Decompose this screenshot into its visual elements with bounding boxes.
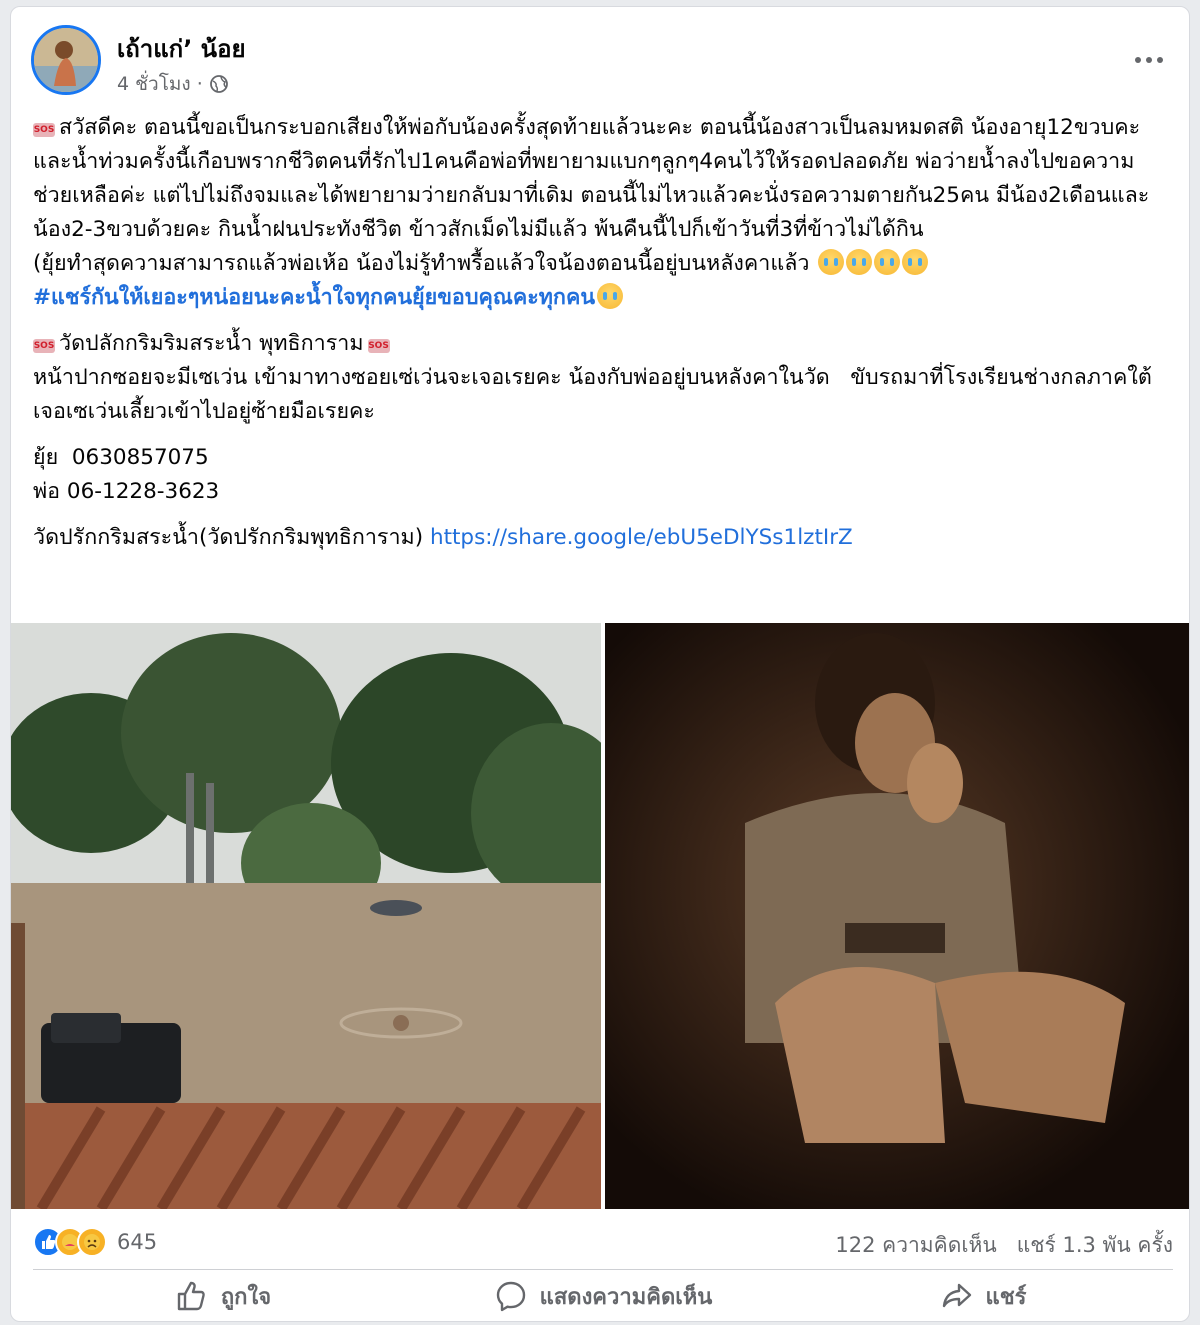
post-stats: 645 122 ความคิดเห็น แชร์ 1.3 พัน ครั้ง <box>33 1225 1173 1261</box>
directions-text: หน้าปากซอยจะมีเซเว่น เข้ามาทางซอยเซ่เว่น… <box>33 365 1152 424</box>
night-rooftop-image <box>605 623 1189 1209</box>
more-options-icon[interactable] <box>1127 43 1171 77</box>
sad-reaction-icon <box>77 1227 107 1257</box>
post-meta: 4 ชั่วโมง · <box>117 69 229 99</box>
hashtag-link[interactable]: #แชร์กันให้เยอะๆหน่อยนะคะน้ำใจทุกคนยุ้ยข… <box>33 285 595 310</box>
sos-icon: SOS <box>33 339 55 353</box>
crying-face-icon <box>874 249 901 275</box>
post-header: เถ้าแก่’ น้อย 4 ชั่วโมง · <box>31 23 1181 103</box>
flood-photo[interactable] <box>11 623 601 1209</box>
crying-face-icon <box>846 249 873 275</box>
crying-face-icon <box>597 283 624 309</box>
meta-separator: · <box>196 73 203 95</box>
share-count[interactable]: แชร์ 1.3 พัน ครั้ง <box>1017 1229 1173 1262</box>
photo-grid <box>11 623 1189 1209</box>
action-divider <box>33 1269 1173 1270</box>
engagement-stats: 122 ความคิดเห็น แชร์ 1.3 พัน ครั้ง <box>835 1229 1173 1262</box>
rooftop-photo[interactable] <box>605 623 1189 1209</box>
author-avatar[interactable] <box>31 25 101 95</box>
map-line: วัดปรักกริมสระน้ำ(วัดปรักกริมพุทธิการาม)… <box>33 521 1173 555</box>
paragraph-2-text: (ยุ้ยทำสุดความสามารถแล้วพ่อเห้อ น้องไม่ร… <box>33 251 810 276</box>
flood-scene-image <box>11 623 601 1209</box>
like-button[interactable]: ถูกใจ <box>33 1273 413 1319</box>
post-card: เถ้าแก่’ น้อย 4 ชั่วโมง · SOS สวัสดีคะ ตอ… <box>10 6 1190 1322</box>
post-paragraph-1: SOS สวัสดีคะ ตอนนี้ขอเป็นกระบอกเสียงให้พ่… <box>33 111 1173 247</box>
contact-1: ยุ้ย 0630857075 <box>33 445 209 470</box>
comment-button[interactable]: แสดงความคิดเห็น <box>413 1273 793 1319</box>
share-label: แชร์ <box>985 1284 1027 1310</box>
share-button[interactable]: แชร์ <box>793 1273 1173 1319</box>
author-name[interactable]: เถ้าแก่’ น้อย <box>117 29 246 68</box>
action-bar: ถูกใจ แสดงความคิดเห็น แชร์ <box>33 1273 1173 1319</box>
share-arrow-icon <box>942 1283 971 1308</box>
post-paragraph-2: (ยุ้ยทำสุดความสามารถแล้วพ่อเห้อ น้องไม่ร… <box>33 247 1173 281</box>
map-link[interactable]: https://share.google/ebU5eDlYSs1lztIrZ <box>430 525 853 550</box>
comment-count[interactable]: 122 ความคิดเห็น <box>835 1229 996 1262</box>
reactions-summary[interactable]: 645 <box>33 1227 157 1257</box>
comment-label: แสดงความคิดเห็น <box>539 1284 713 1310</box>
sos-icon: SOS <box>367 339 390 353</box>
post-time[interactable]: 4 ชั่วโมง <box>117 69 191 99</box>
avatar-image <box>34 28 98 92</box>
speech-bubble-icon <box>496 1281 525 1312</box>
crying-face-icon <box>818 249 845 275</box>
crying-face-icon <box>902 249 929 275</box>
post-hashtag-line: #แชร์กันให้เยอะๆหน่อยนะคะน้ำใจทุกคนยุ้ยข… <box>33 281 1173 315</box>
paragraph-1-text: สวัสดีคะ ตอนนี้ขอเป็นกระบอกเสียงให้พ่อกั… <box>33 115 1150 242</box>
post-body: SOS สวัสดีคะ ตอนนี้ขอเป็นกระบอกเสียงให้พ่… <box>33 111 1173 555</box>
contact-2: พ่อ 06-1228-3623 <box>33 479 220 504</box>
map-label: วัดปรักกริมสระน้ำ(วัดปรักกริมพุทธิการาม) <box>33 525 424 550</box>
sos-icon: SOS <box>33 123 55 137</box>
location-title-line: SOS วัดปลักกริมริมสระน้ำ พุทธิการาม SOS <box>33 327 1173 361</box>
location-title: วัดปลักกริมริมสระน้ำ พุทธิการาม <box>59 331 364 356</box>
like-label: ถูกใจ <box>220 1284 272 1310</box>
globe-icon <box>209 75 228 93</box>
reaction-count: 645 <box>117 1230 158 1254</box>
thumbs-up-icon <box>177 1281 205 1311</box>
